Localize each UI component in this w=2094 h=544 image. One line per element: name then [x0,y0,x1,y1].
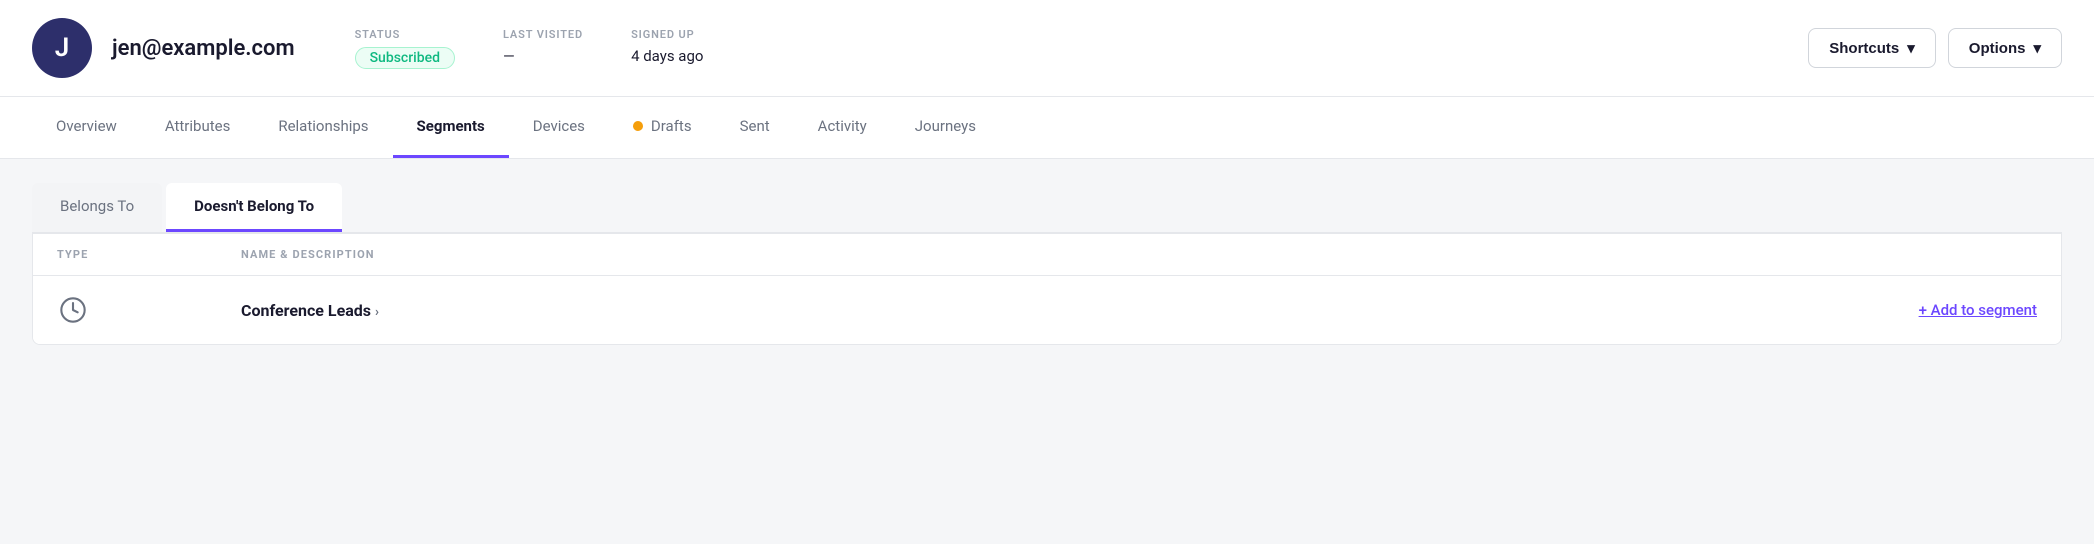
last-visited-group: LAST VISITED — [503,28,583,69]
status-badge: Subscribed [355,47,455,69]
drafts-dot-icon [633,121,643,131]
tab-sent[interactable]: Sent [716,97,794,158]
page-header: J jen@example.com STATUS Subscribed LAST… [0,0,2094,97]
status-label: STATUS [355,28,455,41]
table-header: TYPE NAME & DESCRIPTION [33,234,2061,276]
signed-up-label: SIGNED UP [631,28,703,41]
chevron-down-icon: ▾ [2033,39,2041,57]
table-row: Conference Leads › + Add to segment [33,276,2061,344]
header-meta: STATUS Subscribed LAST VISITED — SIGNED … [355,28,1789,69]
last-visited-value: — [503,47,583,65]
col-type-header: TYPE [57,248,217,261]
chevron-right-icon: › [375,305,379,320]
tab-journeys[interactable]: Journeys [891,97,1000,158]
tab-attributes[interactable]: Attributes [141,97,255,158]
tab-relationships[interactable]: Relationships [254,97,392,158]
chevron-down-icon: ▾ [1907,39,1915,57]
options-label: Options [1969,40,2026,57]
signed-up-group: SIGNED UP 4 days ago [631,28,703,69]
signed-up-value: 4 days ago [631,47,703,65]
last-visited-label: LAST VISITED [503,28,583,41]
segments-table: TYPE NAME & DESCRIPTION Conference Leads… [32,233,2062,345]
type-icon-cell [57,294,217,326]
subtab-doesnt-belong-to[interactable]: Doesn't Belong To [166,183,342,232]
sub-tabs: Belongs To Doesn't Belong To [32,183,2062,233]
shortcuts-label: Shortcuts [1829,40,1899,57]
tab-overview[interactable]: Overview [32,97,141,158]
col-name-header: NAME & DESCRIPTION [241,248,2037,261]
user-email: jen@example.com [112,36,295,61]
avatar: J [32,18,92,78]
clock-icon [57,294,89,326]
shortcuts-button[interactable]: Shortcuts ▾ [1808,28,1936,68]
subtab-belongs-to[interactable]: Belongs To [32,183,162,232]
main-content: Belongs To Doesn't Belong To TYPE NAME &… [0,159,2094,369]
tab-segments[interactable]: Segments [393,97,509,158]
nav-tabs: Overview Attributes Relationships Segmen… [0,97,2094,159]
status-group: STATUS Subscribed [355,28,455,69]
options-button[interactable]: Options ▾ [1948,28,2062,68]
header-actions: Shortcuts ▾ Options ▾ [1808,28,2062,68]
tab-activity[interactable]: Activity [794,97,891,158]
add-to-segment-link[interactable]: + Add to segment [1919,301,2037,319]
tab-drafts[interactable]: Drafts [609,97,716,158]
segment-name[interactable]: Conference Leads › [241,301,1895,320]
tab-devices[interactable]: Devices [509,97,609,158]
